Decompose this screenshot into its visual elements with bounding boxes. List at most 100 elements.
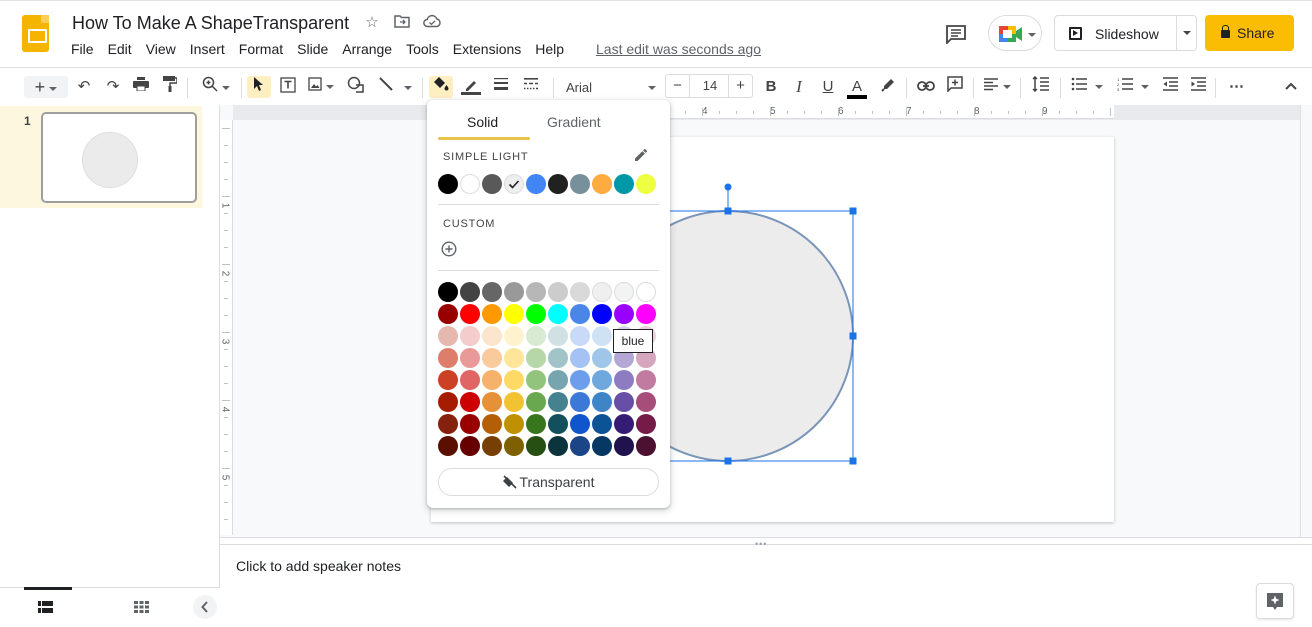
line-spacing-button[interactable]: [1029, 75, 1053, 98]
resize-handle[interactable]: [724, 207, 732, 215]
palette-color-swatch[interactable]: [592, 304, 612, 324]
fill-color-button[interactable]: [429, 76, 453, 98]
palette-color-swatch[interactable]: [636, 370, 656, 390]
align-button[interactable]: [980, 76, 1014, 98]
vertical-ruler[interactable]: 1 2 3 4 5: [219, 120, 233, 535]
palette-color-swatch[interactable]: [482, 392, 502, 412]
italic-button[interactable]: I: [788, 76, 810, 98]
palette-color-swatch[interactable]: [504, 436, 524, 456]
menu-extensions[interactable]: Extensions: [446, 41, 528, 57]
palette-color-swatch[interactable]: [460, 326, 480, 346]
palette-color-swatch[interactable]: [504, 304, 524, 324]
palette-color-swatch[interactable]: [614, 414, 634, 434]
palette-color-swatch[interactable]: [460, 414, 480, 434]
palette-color-swatch[interactable]: [438, 326, 458, 346]
print-icon[interactable]: [131, 76, 151, 98]
palette-color-swatch[interactable]: [526, 326, 546, 346]
new-slide-button[interactable]: +: [24, 76, 68, 98]
palette-color-swatch[interactable]: [482, 326, 502, 346]
palette-color-swatch[interactable]: [482, 414, 502, 434]
menu-help[interactable]: Help: [528, 41, 571, 57]
collapse-filmstrip-button[interactable]: [193, 595, 217, 619]
border-color-button[interactable]: [459, 76, 483, 98]
palette-color-swatch[interactable]: [526, 392, 546, 412]
palette-color-swatch[interactable]: [482, 436, 502, 456]
text-box-tool[interactable]: [277, 76, 299, 98]
resize-handle[interactable]: [724, 457, 732, 465]
palette-color-swatch[interactable]: [482, 304, 502, 324]
last-edit-link[interactable]: Last edit was seconds ago: [596, 41, 761, 57]
palette-color-swatch[interactable]: [592, 348, 612, 368]
theme-color-swatch[interactable]: [548, 174, 568, 194]
menu-file[interactable]: File: [64, 41, 101, 57]
border-dash-button[interactable]: [520, 76, 542, 98]
zoom-button[interactable]: [197, 76, 235, 98]
menu-edit[interactable]: Edit: [101, 41, 139, 57]
palette-color-swatch[interactable]: [570, 304, 590, 324]
select-tool[interactable]: [247, 76, 271, 98]
palette-color-swatch[interactable]: [592, 436, 612, 456]
font-family-select[interactable]: Arial: [566, 80, 656, 95]
underline-button[interactable]: U: [817, 76, 839, 98]
slides-logo-icon[interactable]: [22, 15, 49, 52]
palette-color-swatch[interactable]: [504, 282, 524, 302]
comment-history-icon[interactable]: [945, 24, 967, 46]
slideshow-options-dropdown[interactable]: [1183, 31, 1191, 35]
increase-font-size-button[interactable]: +: [728, 75, 752, 97]
rotate-handle[interactable]: [724, 183, 732, 191]
bulleted-list-button[interactable]: [1068, 76, 1106, 98]
palette-color-swatch[interactable]: [636, 436, 656, 456]
palette-color-swatch[interactable]: [438, 414, 458, 434]
line-tool[interactable]: [375, 76, 415, 98]
menu-format[interactable]: Format: [232, 41, 290, 57]
palette-color-swatch[interactable]: [548, 304, 568, 324]
theme-color-swatch[interactable]: [504, 174, 524, 194]
palette-color-swatch[interactable]: [592, 282, 612, 302]
palette-color-swatch[interactable]: [482, 348, 502, 368]
tab-gradient[interactable]: Gradient: [547, 114, 601, 130]
collapse-toolbar-button[interactable]: [1280, 76, 1302, 98]
palette-color-swatch[interactable]: [438, 282, 458, 302]
grid-view-button[interactable]: [134, 600, 149, 618]
palette-color-swatch[interactable]: [482, 370, 502, 390]
theme-color-swatch[interactable]: [570, 174, 590, 194]
text-color-button[interactable]: A: [845, 76, 869, 99]
palette-color-swatch[interactable]: [570, 348, 590, 368]
palette-color-swatch[interactable]: [548, 348, 568, 368]
palette-color-swatch[interactable]: [460, 304, 480, 324]
shape-tool[interactable]: [345, 76, 367, 98]
palette-color-swatch[interactable]: [482, 282, 502, 302]
palette-color-swatch[interactable]: [460, 392, 480, 412]
palette-color-swatch[interactable]: [438, 370, 458, 390]
palette-color-swatch[interactable]: [526, 436, 546, 456]
palette-color-swatch[interactable]: [570, 436, 590, 456]
palette-color-swatch[interactable]: [460, 436, 480, 456]
palette-color-swatch[interactable]: [548, 326, 568, 346]
palette-color-swatch[interactable]: [526, 348, 546, 368]
menu-insert[interactable]: Insert: [183, 41, 232, 57]
filmstrip-view-button[interactable]: [38, 600, 53, 618]
resize-handle[interactable]: [849, 332, 857, 340]
menu-arrange[interactable]: Arrange: [335, 41, 399, 57]
palette-color-swatch[interactable]: [438, 304, 458, 324]
palette-color-swatch[interactable]: [548, 436, 568, 456]
star-icon[interactable]: ☆: [363, 14, 381, 32]
meet-button[interactable]: [988, 15, 1042, 51]
decrease-indent-button[interactable]: [1159, 76, 1181, 98]
palette-color-swatch[interactable]: [438, 392, 458, 412]
palette-color-swatch[interactable]: [548, 392, 568, 412]
palette-color-swatch[interactable]: [614, 370, 634, 390]
palette-color-swatch[interactable]: [592, 326, 612, 346]
slideshow-button[interactable]: Slideshow: [1054, 15, 1197, 51]
palette-color-swatch[interactable]: [460, 370, 480, 390]
more-options-button[interactable]: ⋯: [1224, 76, 1248, 98]
cloud-saved-icon[interactable]: [423, 14, 441, 32]
palette-color-swatch[interactable]: [592, 370, 612, 390]
palette-color-swatch[interactable]: [460, 282, 480, 302]
menu-slide[interactable]: Slide: [290, 41, 335, 57]
theme-color-swatch[interactable]: [460, 174, 480, 194]
increase-indent-button[interactable]: [1187, 76, 1209, 98]
theme-color-swatch[interactable]: [482, 174, 502, 194]
palette-color-swatch[interactable]: [592, 392, 612, 412]
palette-color-swatch[interactable]: [504, 392, 524, 412]
